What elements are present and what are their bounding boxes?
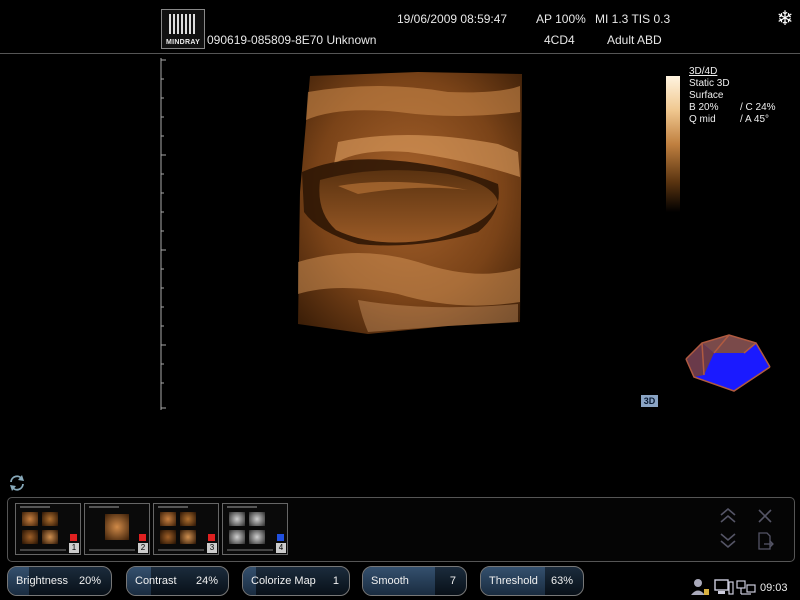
control-label: Brightness [16, 575, 68, 587]
refresh-icon[interactable] [7, 473, 27, 493]
chevron-down-icon[interactable] [718, 531, 738, 549]
control-label: Contrast [135, 575, 177, 587]
thumbnail-image [22, 530, 38, 544]
barcode-icon [169, 14, 197, 34]
thumbnail-footer [158, 549, 204, 551]
thumbnail-footer [20, 549, 66, 551]
user-icon[interactable] [690, 578, 710, 596]
contrast-control[interactable]: Contrast 24% [126, 566, 229, 596]
orientation-cube-icon[interactable] [684, 333, 774, 395]
thumbnail-3[interactable]: 3 [153, 503, 219, 555]
thumbnail-2[interactable]: 2 [84, 503, 150, 555]
colorize-map-control[interactable]: Colorize Map 1 [242, 566, 350, 596]
patient-id: 090619-085809-8E70 Unknown [207, 33, 377, 47]
angle-readout: / A 45° [740, 114, 770, 125]
logo-text: MINDRAY [165, 39, 201, 46]
brightness-readout: B 20% [689, 102, 719, 113]
mechanical-thermal-index: MI 1.3 TIS 0.3 [595, 12, 671, 26]
acquisition-type: Static 3D [689, 78, 730, 89]
cube-marker-icon [208, 534, 215, 541]
render-mode: Surface [689, 90, 724, 101]
probe-name: 4CD4 [544, 33, 575, 47]
thumbnail-image [22, 512, 38, 526]
thumbnail-image [229, 530, 245, 544]
thumbnail-footer [227, 549, 273, 551]
control-value: 63% [550, 575, 573, 587]
thumbnail-image [249, 530, 265, 544]
thumbnail-1[interactable]: 1 [15, 503, 81, 555]
thumbnail-4[interactable]: 4 [222, 503, 288, 555]
thumbnail-header [227, 506, 257, 508]
thumbnail-header [89, 506, 119, 508]
control-value: 7 [449, 575, 456, 587]
thumbnail-header [20, 506, 50, 508]
contrast-readout: / C 24% [740, 102, 776, 113]
thumbnail-image [180, 512, 196, 526]
color-map-bar [666, 76, 680, 212]
date-time: 19/06/2009 08:59:47 [397, 12, 508, 26]
thumbnail-image [249, 512, 265, 526]
depth-ruler [160, 58, 166, 410]
exam-preset: Adult ABD [607, 33, 662, 47]
thumbnail-number: 1 [69, 543, 79, 553]
clock: 09:03 [760, 582, 788, 594]
header-divider [0, 53, 800, 54]
cube-marker-icon [277, 534, 284, 541]
thumbnail-number: 4 [276, 543, 286, 553]
thumbnail-image [180, 530, 196, 544]
thumbnail-footer [89, 549, 135, 551]
thumbnail-image [229, 512, 245, 526]
chevron-up-icon[interactable] [718, 507, 738, 525]
smooth-control[interactable]: Smooth 7 [362, 566, 467, 596]
computer-icon[interactable] [714, 579, 734, 595]
control-label: Smooth [371, 575, 409, 587]
thumbnail-header [158, 506, 188, 508]
thumbnail-image [105, 514, 129, 540]
thumbnail-image [42, 512, 58, 526]
thumbnail-image [42, 530, 58, 544]
mindray-logo: MINDRAY [161, 9, 205, 49]
imaging-mode: 3D/4D [689, 66, 718, 77]
cube-marker-icon [70, 534, 77, 541]
brightness-control[interactable]: Brightness 20% [7, 566, 112, 596]
thumbnail-number: 2 [138, 543, 148, 553]
quality-readout: Q mid [689, 114, 716, 125]
close-icon[interactable] [756, 507, 774, 525]
control-label: Colorize Map [251, 575, 316, 587]
thumbnail-number: 3 [207, 543, 217, 553]
control-value: 24% [195, 575, 218, 587]
snowflake-icon[interactable]: ❄ [774, 8, 796, 30]
network-icon[interactable] [736, 579, 756, 595]
rendered-volume-image[interactable] [298, 72, 522, 334]
acoustic-power: AP 100% [536, 12, 586, 26]
3d-view-badge[interactable]: 3D [641, 395, 658, 407]
thumbnail-image [160, 530, 176, 544]
export-icon[interactable] [756, 531, 774, 551]
control-value: 20% [78, 575, 101, 587]
thumbnail-image [160, 512, 176, 526]
threshold-control[interactable]: Threshold 63% [480, 566, 584, 596]
control-label: Threshold [489, 575, 538, 587]
cube-marker-icon [139, 534, 146, 541]
control-value: 1 [332, 575, 339, 587]
